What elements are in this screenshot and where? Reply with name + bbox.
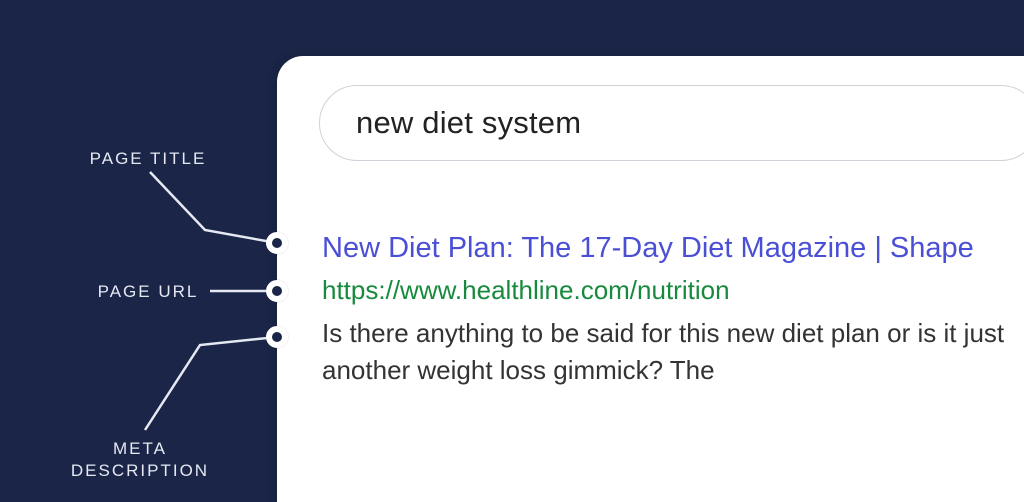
label-meta-description: METADESCRIPTION xyxy=(60,438,220,482)
search-input[interactable] xyxy=(356,105,1002,141)
label-page-title: PAGE TITLE xyxy=(88,148,208,170)
result-description: Is there anything to be said for this ne… xyxy=(322,315,1012,388)
label-page-url: PAGE URL xyxy=(88,281,208,303)
search-box[interactable] xyxy=(319,85,1024,161)
connector-dot-title xyxy=(266,232,288,254)
connector-dot-description xyxy=(266,326,288,348)
connector-dot-url xyxy=(266,280,288,302)
result-url[interactable]: https://www.healthline.com/nutrition xyxy=(322,274,1012,308)
search-result: New Diet Plan: The 17-Day Diet Magazine … xyxy=(322,230,1012,388)
result-title[interactable]: New Diet Plan: The 17-Day Diet Magazine … xyxy=(322,230,1012,268)
